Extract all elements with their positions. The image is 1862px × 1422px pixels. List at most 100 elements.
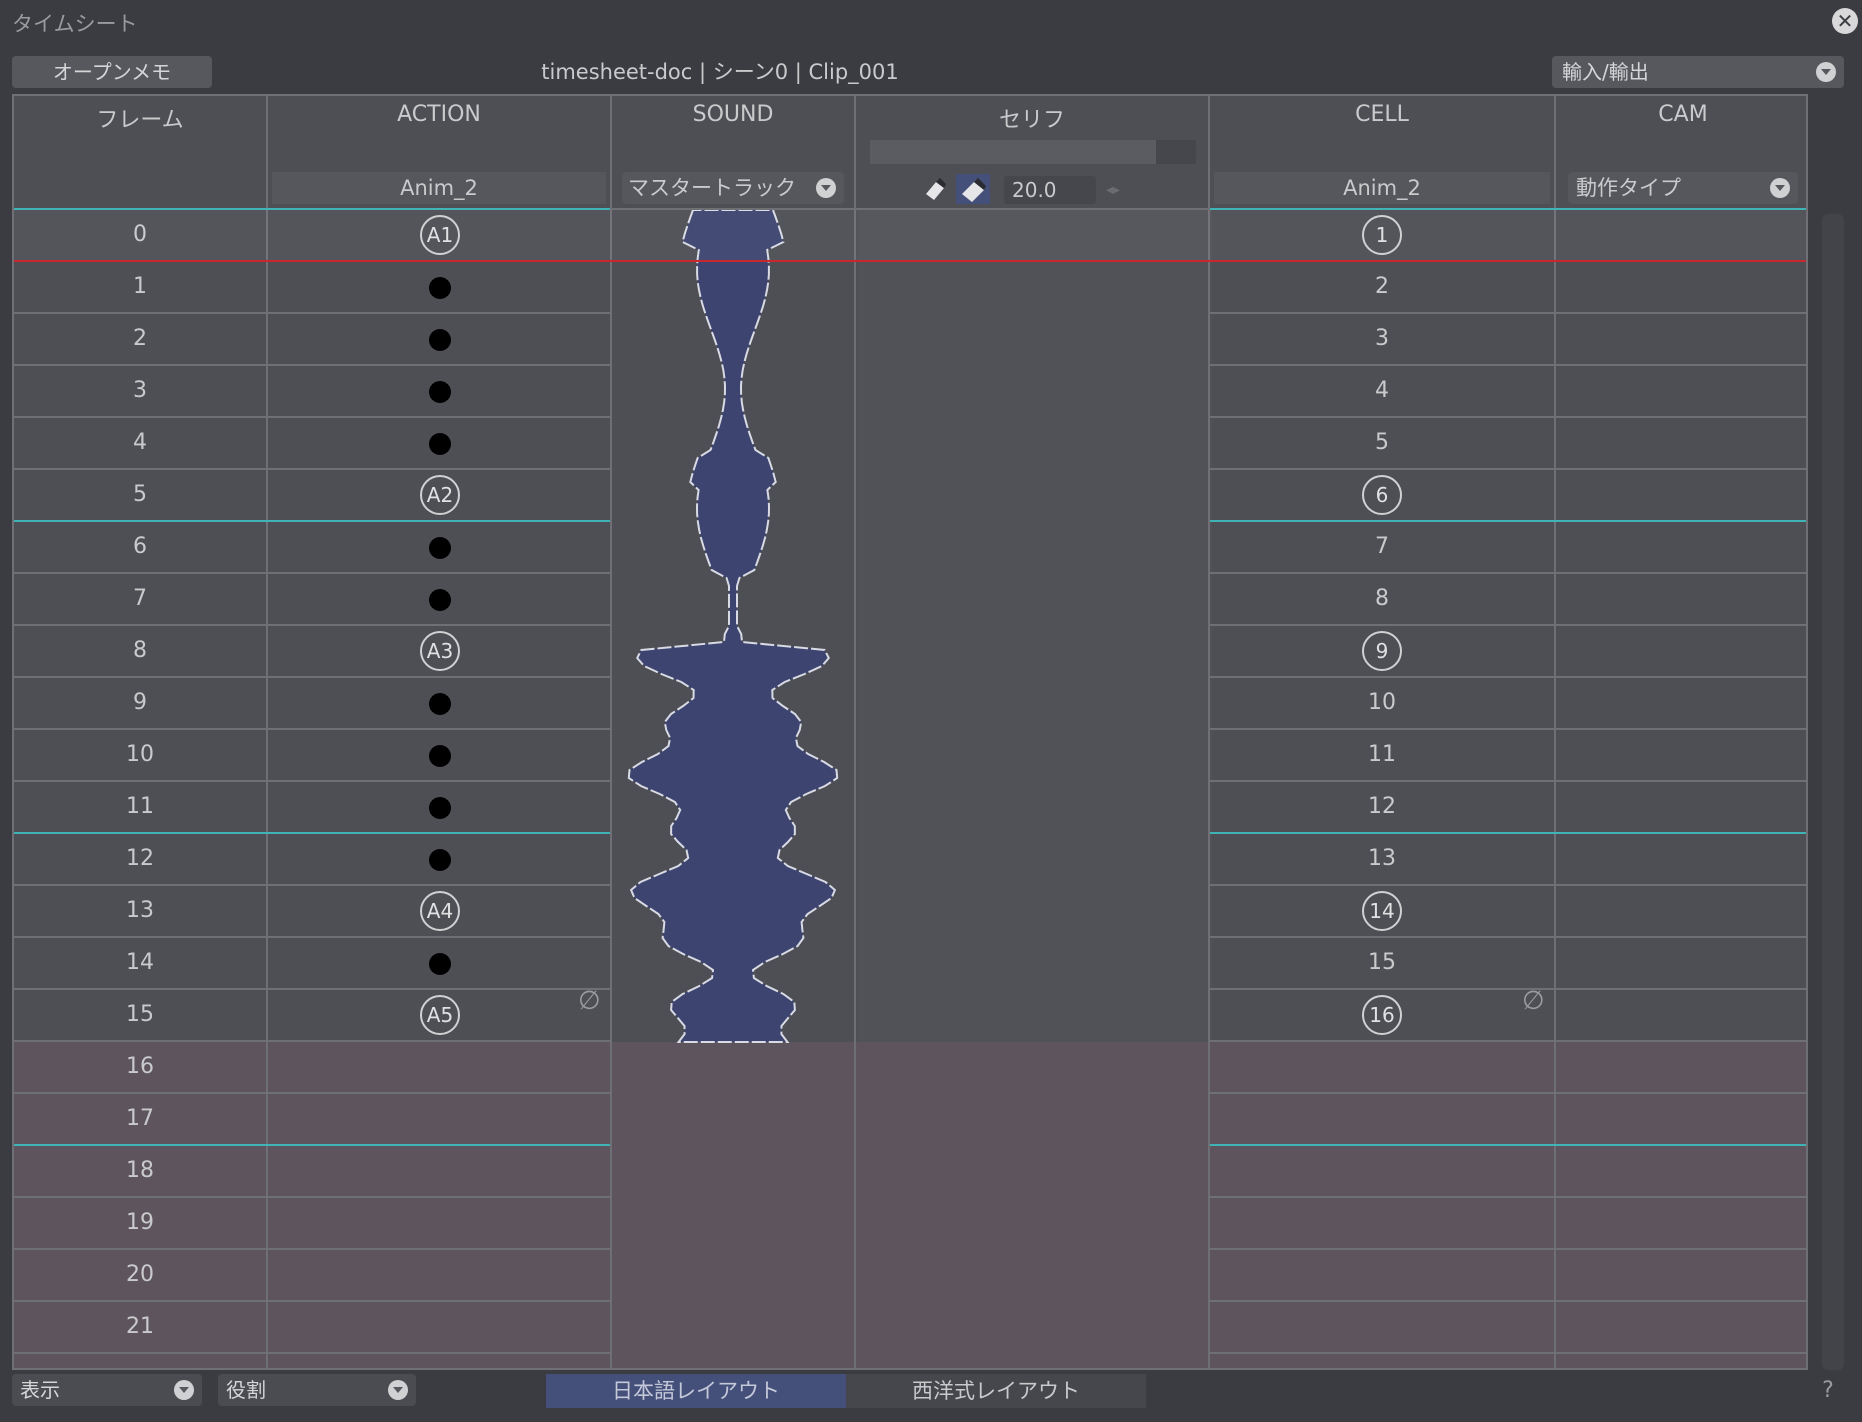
view-select[interactable]: 表示	[12, 1374, 202, 1406]
hold-end-icon: ∅	[578, 986, 601, 1016]
row-divider	[14, 936, 266, 938]
row-divider	[268, 1040, 610, 1042]
serif-value: 20.0	[1012, 178, 1057, 202]
stepper-arrows-icon[interactable]: ◂▸	[1106, 178, 1120, 202]
row-divider	[14, 780, 266, 782]
role-select[interactable]: 役割	[218, 1374, 416, 1406]
row-divider	[268, 468, 610, 470]
vertical-scrollbar[interactable]	[1822, 214, 1844, 1370]
row-divider	[1210, 468, 1806, 470]
chevron-down-icon	[388, 1380, 408, 1400]
row-divider	[1210, 988, 1806, 990]
close-icon[interactable]: ✕	[1832, 8, 1858, 34]
header-cam: CAM 動作タイプ	[1556, 96, 1806, 208]
frame-number: 21	[126, 1314, 154, 1339]
sound-track-select[interactable]: マスタートラック	[622, 172, 844, 204]
serif-value-field[interactable]: 20.0	[1004, 176, 1096, 204]
row-divider	[1210, 728, 1806, 730]
cell-keyframe[interactable]: 1	[1362, 215, 1402, 255]
motion-type-select[interactable]: 動作タイプ	[1568, 172, 1798, 204]
serif-progress-fill	[870, 140, 1156, 164]
cell-number[interactable]: 3	[1210, 326, 1554, 351]
frame-number: 7	[133, 586, 147, 611]
frame-number: 4	[133, 430, 147, 455]
frame-number: 18	[126, 1158, 154, 1183]
frame-number: 3	[133, 378, 147, 403]
row-divider	[268, 572, 610, 574]
sound-track-label: マスタートラック	[628, 176, 796, 200]
cell-keyframe[interactable]: 16	[1362, 995, 1402, 1035]
action-keyframe[interactable]: A3	[420, 631, 460, 671]
cell-number[interactable]: 8	[1210, 586, 1554, 611]
cell-number[interactable]: 10	[1210, 690, 1554, 715]
role-select-label: 役割	[226, 1378, 266, 1402]
cell-keyframe[interactable]: 6	[1362, 475, 1402, 515]
tab-japanese-layout[interactable]: 日本語レイアウト	[546, 1374, 846, 1408]
tab-western-layout[interactable]: 西洋式レイアウト	[846, 1374, 1146, 1408]
document-path: timesheet-doc | シーン0 | Clip_001	[541, 60, 899, 84]
row-divider	[268, 988, 610, 990]
chevron-down-icon	[1770, 178, 1790, 198]
brush-icon[interactable]	[922, 176, 950, 202]
chevron-down-icon	[1816, 62, 1836, 82]
cell-number[interactable]: 4	[1210, 378, 1554, 403]
row-divider	[1210, 364, 1806, 366]
action-inbetween-dot	[429, 953, 451, 975]
action-keyframe[interactable]: A1	[420, 215, 460, 255]
sound-waveform-path	[627, 210, 839, 1043]
cell-number[interactable]: 11	[1210, 742, 1554, 767]
chevron-down-icon	[816, 178, 836, 198]
eraser-icon[interactable]	[956, 174, 990, 204]
action-layer-name[interactable]: Anim_2	[272, 172, 606, 204]
row-divider	[14, 624, 266, 626]
row-divider	[268, 416, 610, 418]
help-icon[interactable]: ?	[1808, 1374, 1848, 1408]
row-divider	[14, 988, 266, 990]
sound-waveform	[627, 210, 839, 1043]
frame-number: 5	[133, 482, 147, 507]
header-frame: フレーム	[14, 96, 268, 208]
row-divider	[268, 728, 610, 730]
row-divider	[268, 1092, 610, 1094]
row-divider	[268, 624, 610, 626]
header-serif: セリフ 20.0 ◂▸	[856, 96, 1210, 208]
cell-number[interactable]: 12	[1210, 794, 1554, 819]
cell-layer-name[interactable]: Anim_2	[1214, 172, 1550, 204]
cell-number[interactable]: 13	[1210, 846, 1554, 871]
frame-number: 12	[126, 846, 154, 871]
row-divider	[1210, 780, 1806, 782]
action-keyframe[interactable]: A4	[420, 891, 460, 931]
row-divider	[268, 1248, 610, 1250]
row-divider	[14, 1092, 266, 1094]
action-keyframe[interactable]: A2	[420, 475, 460, 515]
frame-number: 13	[126, 898, 154, 923]
header-cam-title: CAM	[1658, 102, 1708, 127]
frame-number: 17	[126, 1106, 154, 1131]
action-keyframe[interactable]: A5	[420, 995, 460, 1035]
row-divider	[14, 1352, 266, 1354]
import-export-select[interactable]: 輸入/輸出	[1552, 56, 1844, 88]
cell-number[interactable]: 5	[1210, 430, 1554, 455]
serif-progress-bar[interactable]	[870, 140, 1196, 164]
row-divider	[1210, 416, 1806, 418]
row-divider	[14, 416, 266, 418]
serif-column-bg	[858, 208, 1212, 1042]
cell-keyframe[interactable]: 14	[1362, 891, 1402, 931]
cell-keyframe[interactable]: 9	[1362, 631, 1402, 671]
timesheet-grid: フレーム ACTION Anim_2 SOUND マスタートラック セリフ 20…	[12, 94, 1808, 1370]
header-action: ACTION Anim_2	[268, 96, 612, 208]
open-memo-button[interactable]: オープンメモ	[12, 56, 212, 88]
action-inbetween-dot	[429, 849, 451, 871]
frame-number: 15	[126, 1002, 154, 1027]
cell-number[interactable]: 7	[1210, 534, 1554, 559]
action-inbetween-dot	[429, 745, 451, 767]
header-cell-title: CELL	[1355, 102, 1409, 127]
row-divider	[14, 1196, 266, 1198]
row-divider	[268, 312, 610, 314]
row-divider	[1210, 676, 1806, 678]
header-frame-title: フレーム	[96, 108, 184, 133]
frame-number: 1	[133, 274, 147, 299]
cell-number[interactable]: 15	[1210, 950, 1554, 975]
row-divider	[268, 780, 610, 782]
cell-number[interactable]: 2	[1210, 274, 1554, 299]
